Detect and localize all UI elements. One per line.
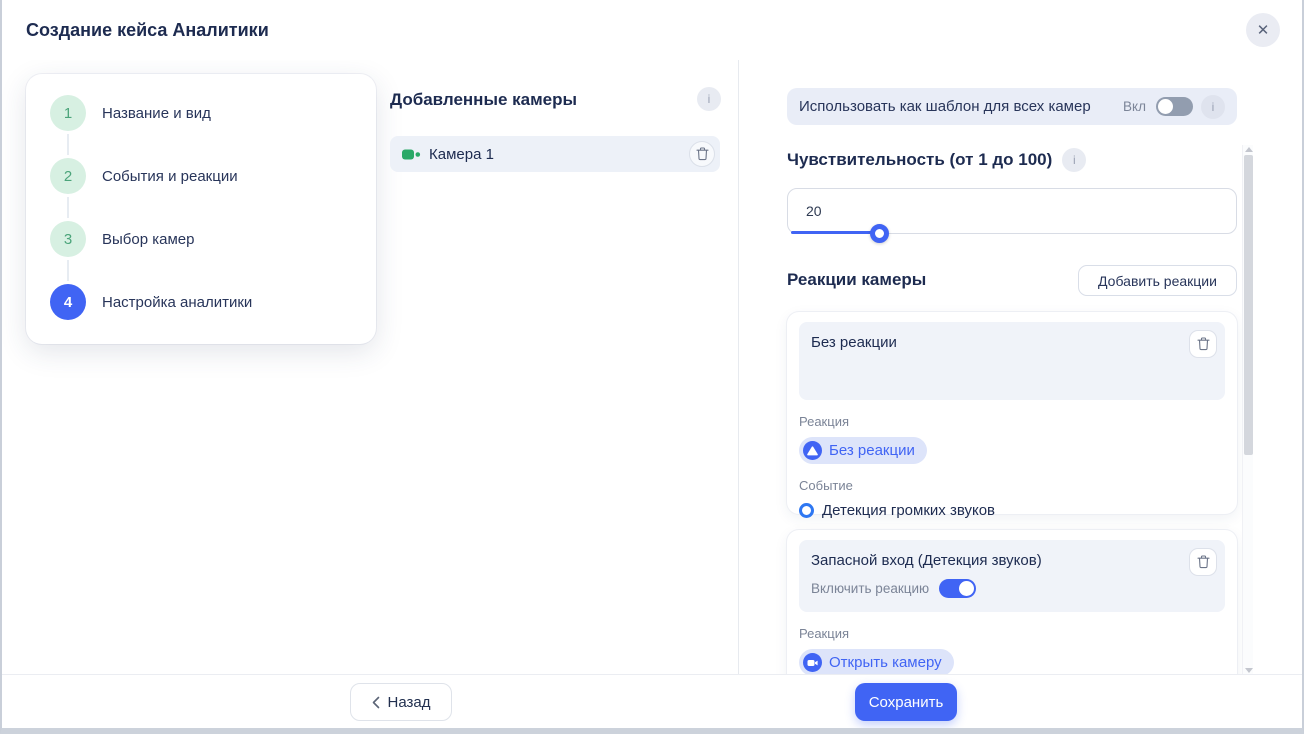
delete-reaction-button[interactable] [1189, 548, 1217, 576]
step-item-3[interactable]: 3 Выбор камер [50, 221, 376, 257]
sensitivity-title: Чувствительность (от 1 до 100) [787, 150, 1052, 170]
back-button-label: Назад [388, 694, 431, 711]
step-connector [67, 260, 69, 281]
scrollbar-down-icon[interactable] [1245, 668, 1253, 673]
sensitivity-header: Чувствительность (от 1 до 100) i [787, 148, 1086, 172]
step-item-4-active[interactable]: 4 Настройка аналитики [50, 284, 376, 320]
info-icon: i [1212, 100, 1215, 114]
template-info-button[interactable]: i [1201, 95, 1225, 119]
added-cameras-info-button[interactable]: i [697, 87, 721, 111]
step-connector [67, 197, 69, 218]
reaction-chip-label: Открыть камеру [829, 654, 942, 671]
event-radio-icon [799, 503, 814, 518]
step-label: События и реакции [102, 168, 238, 185]
event-row: Детекция громких звуков [799, 502, 1225, 519]
close-icon: ✕ [1257, 21, 1270, 39]
camera-list-item[interactable]: Камера 1 [390, 136, 720, 172]
step-label: Выбор камер [102, 231, 194, 248]
enable-reaction-row: Включить реакцию [811, 579, 1213, 598]
add-reaction-button[interactable]: Добавить реакции [1078, 265, 1237, 296]
page-title: Создание кейса Аналитики [26, 0, 269, 60]
toggle-knob [1158, 99, 1173, 114]
reaction-card-title: Запасной вход (Детекция звуков) [811, 552, 1213, 569]
trash-icon [1197, 337, 1210, 351]
delete-camera-button[interactable] [689, 141, 715, 167]
event-name: Детекция громких звуков [822, 502, 995, 519]
open-camera-icon [803, 653, 822, 672]
reaction-card: Без реакции Реакция Без реакции Событие … [787, 312, 1237, 514]
template-toggle[interactable] [1156, 97, 1193, 116]
reaction-card-title: Без реакции [811, 334, 1213, 351]
sensitivity-input[interactable] [787, 188, 1237, 234]
modal-body: 1 Название и вид 2 События и реакции 3 В… [2, 60, 1302, 675]
sensitivity-slider-handle[interactable] [870, 224, 889, 243]
step-item-1[interactable]: 1 Название и вид [50, 95, 376, 131]
step-number-badge: 2 [50, 158, 86, 194]
step-connector [67, 134, 69, 155]
step-number-badge: 3 [50, 221, 86, 257]
step-number-badge: 1 [50, 95, 86, 131]
template-banner: Использовать как шаблон для всех камер В… [787, 88, 1237, 125]
template-toggle-label: Вкл [1123, 99, 1146, 114]
panel-divider [738, 60, 739, 675]
event-field-label: Событие [799, 478, 1225, 493]
right-panel-scrollbar[interactable] [1242, 145, 1253, 675]
chevron-left-icon [372, 696, 380, 709]
modal-footer: Назад Сохранить [2, 674, 1302, 728]
modal-header: Создание кейса Аналитики ✕ [2, 0, 1302, 61]
info-icon: i [1073, 153, 1076, 167]
back-button[interactable]: Назад [350, 683, 452, 721]
delete-reaction-button[interactable] [1189, 330, 1217, 358]
enable-reaction-label: Включить реакцию [811, 581, 929, 596]
step-label: Название и вид [102, 105, 211, 122]
no-reaction-icon [803, 441, 822, 460]
enable-reaction-toggle[interactable] [939, 579, 976, 598]
create-analytics-case-modal: Создание кейса Аналитики ✕ 1 Название и … [0, 0, 1304, 734]
reaction-chip[interactable]: Открыть камеру [799, 649, 954, 675]
sensitivity-slider-track[interactable] [791, 231, 877, 234]
camera-name: Камера 1 [429, 146, 494, 163]
toggle-knob [959, 581, 974, 596]
camera-icon [402, 148, 421, 161]
scrollbar-up-icon[interactable] [1245, 147, 1253, 152]
reaction-card: Запасной вход (Детекция звуков) Включить… [787, 530, 1237, 675]
step-label: Настройка аналитики [102, 294, 252, 311]
template-banner-label: Использовать как шаблон для всех камер [799, 98, 1091, 115]
added-cameras-title: Добавленные камеры [390, 90, 577, 110]
info-icon: i [708, 92, 711, 106]
step-number-badge: 4 [50, 284, 86, 320]
reaction-chip[interactable]: Без реакции [799, 437, 927, 464]
reaction-chip-label: Без реакции [829, 442, 915, 459]
close-button[interactable]: ✕ [1246, 13, 1280, 47]
step-item-2[interactable]: 2 События и реакции [50, 158, 376, 194]
reaction-card-header: Без реакции [799, 322, 1225, 400]
reaction-card-header: Запасной вход (Детекция звуков) Включить… [799, 540, 1225, 612]
reaction-field-label: Реакция [799, 414, 1225, 429]
sensitivity-info-button[interactable]: i [1062, 148, 1086, 172]
reactions-title: Реакции камеры [787, 270, 926, 290]
reaction-field-label: Реакция [799, 626, 1225, 641]
wizard-stepper: 1 Название и вид 2 События и реакции 3 В… [26, 74, 376, 344]
trash-icon [696, 147, 709, 161]
save-button[interactable]: Сохранить [855, 683, 957, 721]
trash-icon [1197, 555, 1210, 569]
scrollbar-thumb[interactable] [1244, 155, 1253, 455]
